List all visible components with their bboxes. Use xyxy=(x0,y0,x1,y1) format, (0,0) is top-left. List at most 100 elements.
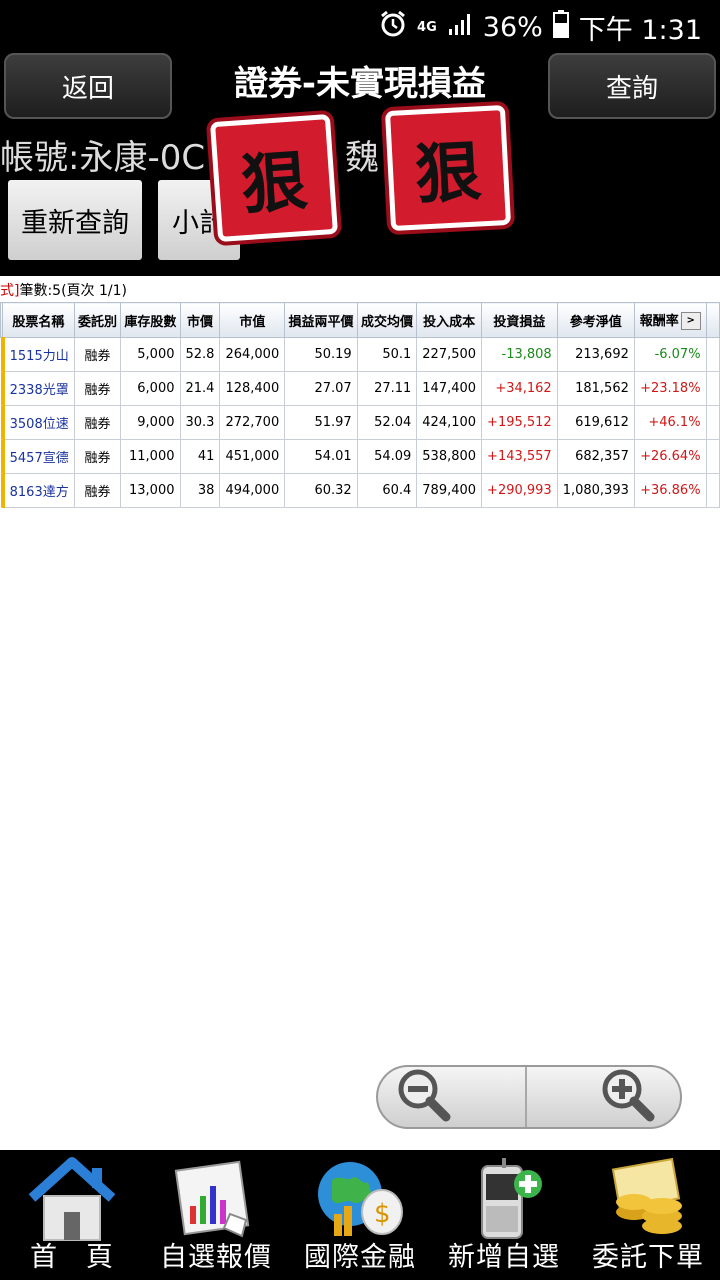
overflow-cell xyxy=(705,439,720,474)
col-net-value[interactable]: 參考淨值 xyxy=(556,302,635,338)
overflow-cell xyxy=(705,473,720,508)
profit-loss: +34,162 xyxy=(481,371,558,406)
market-value: 272,700 xyxy=(219,405,286,440)
back-button[interactable]: 返回 xyxy=(4,53,172,119)
market-value: 264,000 xyxy=(219,337,286,372)
col-overflow xyxy=(705,302,720,338)
market-value: 494,000 xyxy=(219,473,286,508)
nav-label: 自選報價 xyxy=(160,1242,272,1273)
return-rate: +26.64% xyxy=(633,439,707,474)
nav-label: 新增自選 xyxy=(448,1242,560,1273)
page-title: 證券-未實現損益 xyxy=(233,64,487,104)
network-type: 4G xyxy=(417,20,437,35)
table-row[interactable]: 3508位速 融券 9,000 30.3 272,700 51.97 52.04… xyxy=(0,405,720,440)
breakeven: 50.19 xyxy=(284,337,358,372)
nav-watchlist-quotes[interactable]: 自選報價 xyxy=(144,1150,288,1280)
shares: 5,000 xyxy=(120,337,181,372)
zoom-in-button[interactable] xyxy=(527,1067,680,1127)
stock-name-link[interactable]: 8163達方 xyxy=(0,473,75,508)
info-text: 筆數:5(頁次 1/1) xyxy=(19,283,127,299)
net-value: 213,692 xyxy=(556,337,635,372)
sticker-stamp: 狠 xyxy=(209,113,339,243)
net-value: 1,080,393 xyxy=(556,473,635,508)
battery-percent: 36% xyxy=(482,12,543,43)
return-rate: +23.18% xyxy=(633,371,707,406)
profit-loss: +143,557 xyxy=(481,439,558,474)
status-bar: 4G 36% 下午 1:31 xyxy=(0,0,720,50)
nav-add-watchlist[interactable]: 新增自選 xyxy=(432,1150,576,1280)
stock-name-link[interactable]: 2338光罩 xyxy=(0,371,75,406)
breakeven: 60.32 xyxy=(284,473,358,508)
record-count: 式]筆數:5(頁次 1/1) xyxy=(0,280,127,300)
order-type: 融券 xyxy=(73,473,122,508)
order-type: 融券 xyxy=(73,439,122,474)
battery-icon xyxy=(552,10,569,45)
table-header-row: 股票名稱 委託別 庫存股數 市價 市值 損益兩平價 成交均價 投入成本 投資損益… xyxy=(0,302,720,338)
col-cost[interactable]: 投入成本 xyxy=(416,302,483,338)
zoom-out-icon xyxy=(394,1067,454,1127)
cost: 227,500 xyxy=(416,337,483,372)
account-info: 帳號:永康-0C 魏 xyxy=(0,130,379,179)
svg-text:$: $ xyxy=(374,1199,391,1229)
bottom-nav: 首 頁 自選報價 $ 國際金融 新增自選 委託下單 xyxy=(0,1150,720,1280)
home-icon xyxy=(22,1156,122,1242)
table-row[interactable]: 8163達方 融券 13,000 38 494,000 60.32 60.4 7… xyxy=(0,473,720,508)
nav-home[interactable]: 首 頁 xyxy=(0,1150,144,1280)
breakeven: 54.01 xyxy=(284,439,358,474)
more-columns-button[interactable]: > xyxy=(680,312,701,331)
avg-price: 52.04 xyxy=(356,405,418,440)
overflow-cell xyxy=(705,337,720,372)
order-type: 融券 xyxy=(73,371,122,406)
stock-name-link[interactable]: 1515力山 xyxy=(0,337,75,372)
col-profit-loss[interactable]: 投資損益 xyxy=(481,302,558,338)
return-rate: -6.07% xyxy=(633,337,707,372)
avg-price: 60.4 xyxy=(356,473,418,508)
col-return-rate[interactable]: 報酬率 > xyxy=(633,302,707,338)
nav-label: 國際金融 xyxy=(304,1242,416,1273)
price: 30.3 xyxy=(179,405,221,440)
order-type: 融券 xyxy=(73,337,122,372)
nav-label: 首 頁 xyxy=(30,1242,114,1273)
profit-loss: +290,993 xyxy=(481,473,558,508)
shares: 13,000 xyxy=(120,473,181,508)
col-shares[interactable]: 庫存股數 xyxy=(120,302,181,338)
nav-place-order[interactable]: 委託下單 xyxy=(576,1150,720,1280)
price: 41 xyxy=(179,439,221,474)
price: 38 xyxy=(179,473,221,508)
signal-icon xyxy=(447,11,473,44)
shares: 11,000 xyxy=(120,439,181,474)
query-button[interactable]: 查詢 xyxy=(548,53,716,119)
col-breakeven[interactable]: 損益兩平價 xyxy=(284,302,358,338)
col-avg-price[interactable]: 成交均價 xyxy=(356,302,418,338)
return-rate: +36.86% xyxy=(633,473,707,508)
net-value: 682,357 xyxy=(556,439,635,474)
col-order-type[interactable]: 委託別 xyxy=(73,302,122,338)
avg-price: 54.09 xyxy=(356,439,418,474)
table-row[interactable]: 2338光罩 融券 6,000 21.4 128,400 27.07 27.11… xyxy=(0,371,720,406)
col-stock-name[interactable]: 股票名稱 xyxy=(2,302,75,338)
table-row[interactable]: 1515力山 融券 5,000 52.8 264,000 50.19 50.1 … xyxy=(0,337,720,372)
nav-international-finance[interactable]: $ 國際金融 xyxy=(288,1150,432,1280)
net-value: 181,562 xyxy=(556,371,635,406)
col-market-value[interactable]: 市值 xyxy=(219,302,286,338)
phone-add-icon xyxy=(454,1156,554,1242)
return-rate: +46.1% xyxy=(633,405,707,440)
avg-price: 27.11 xyxy=(356,371,418,406)
table-row[interactable]: 5457宣德 融券 11,000 41 451,000 54.01 54.09 … xyxy=(0,439,720,474)
breakeven: 51.97 xyxy=(284,405,358,440)
zoom-control xyxy=(376,1065,682,1129)
coins-icon xyxy=(598,1156,698,1242)
cost: 538,800 xyxy=(416,439,483,474)
stock-name-link[interactable]: 3508位速 xyxy=(0,405,75,440)
overflow-cell xyxy=(705,405,720,440)
header: 返回 證券-未實現損益 查詢 帳號:永康-0C 魏 重新查詢 小計 狠 狠 xyxy=(0,50,720,276)
col-price[interactable]: 市價 xyxy=(179,302,221,338)
requery-button[interactable]: 重新查詢 xyxy=(8,180,142,260)
zoom-out-button[interactable] xyxy=(378,1067,527,1127)
price: 52.8 xyxy=(179,337,221,372)
account-owner: 魏 xyxy=(345,138,379,178)
stock-name-link[interactable]: 5457宣德 xyxy=(0,439,75,474)
info-prefix: 式] xyxy=(0,283,20,299)
market-value: 128,400 xyxy=(219,371,286,406)
profit-loss: +195,512 xyxy=(481,405,558,440)
